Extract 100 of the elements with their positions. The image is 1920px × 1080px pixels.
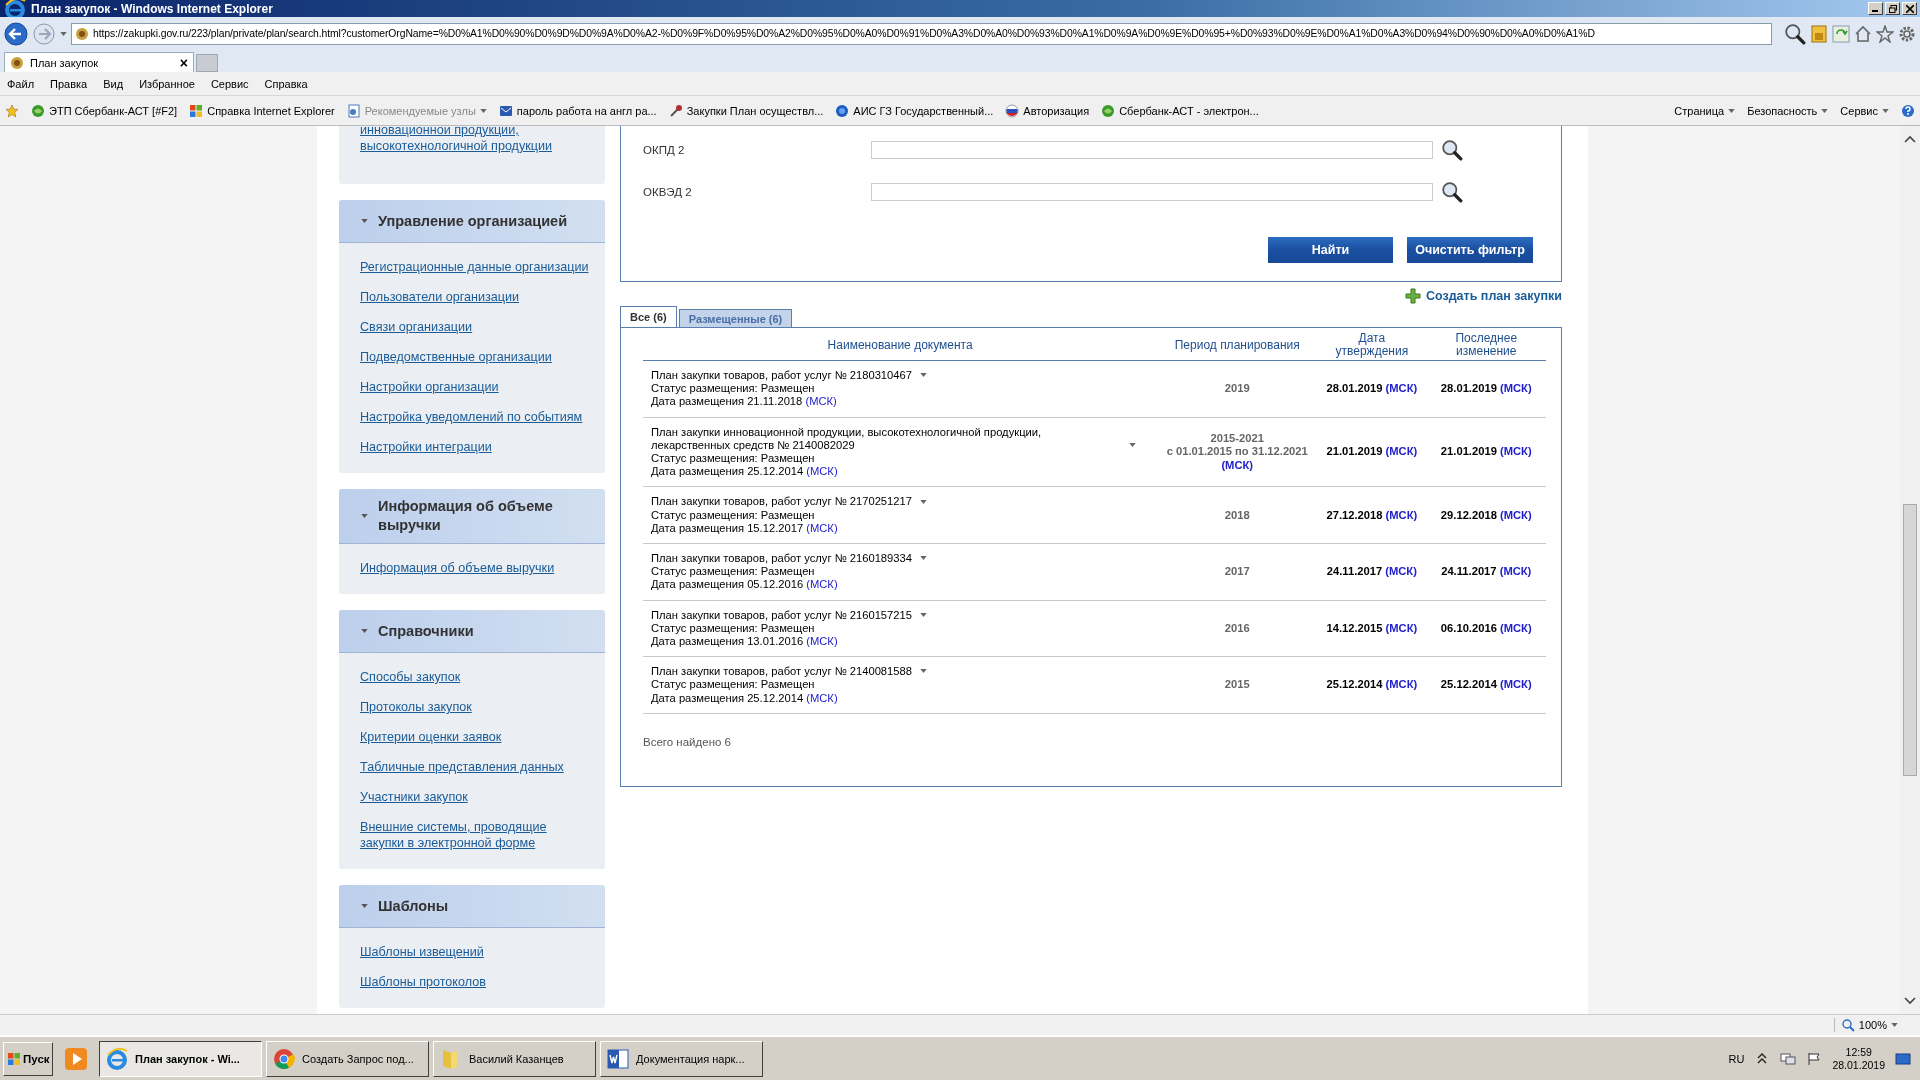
flag-icon[interactable]: [1806, 1051, 1823, 1066]
menu-item[interactable]: Сервис: [210, 77, 249, 90]
date-text: 25.12.2014: [1440, 678, 1497, 691]
dropdown-caret-icon[interactable]: [920, 373, 927, 378]
globe-icon: [1101, 103, 1116, 118]
dropdown-caret-icon[interactable]: [1129, 443, 1136, 447]
scroll-down-icon[interactable]: [1904, 996, 1916, 1006]
collapse-caret-icon: [361, 629, 368, 633]
section-header[interactable]: Шаблоны: [339, 885, 605, 928]
taskbar-button[interactable]: План закупок - Wi...: [99, 1040, 262, 1077]
favorites-link[interactable]: Справка Internet Explorer: [189, 103, 335, 118]
favorites-link[interactable]: Сбербанк-АСТ - электрон...: [1101, 103, 1259, 118]
scrollbar-thumb[interactable]: [1903, 504, 1917, 776]
search-icon[interactable]: [1441, 181, 1463, 203]
menu-item[interactable]: Файл: [7, 77, 35, 90]
menu-item[interactable]: Избранное: [139, 77, 195, 90]
period-text: с 01.01.2015 по 31.12.2021: [1165, 445, 1309, 459]
network-icon[interactable]: [1780, 1051, 1797, 1066]
address-field[interactable]: https://zakupki.gov.ru/223/plan/private/plan/search.html?customerOrgName=%D0%A1%D0%90%D0%9D%D0%9A%D0%A2-%D0%9F%D0%95%D0%A2%D0%95%D0%A0%D0%91%D0%A3%D0%A0%D0%93%D0%A1%D0%9A%D0%9E%D0%95+%D0%93%D0%9E%D0%A1%D0%A3%D0%94%D0%90%D0%A0%D0%A1%D: [71, 22, 1772, 45]
input-field[interactable]: [871, 141, 1433, 159]
favorites-star-icon[interactable]: [5, 103, 19, 118]
clear-filter-button[interactable]: Очистить фильтр: [1407, 237, 1533, 263]
create-plan-link[interactable]: Создать план закупки: [1425, 289, 1562, 303]
section-header[interactable]: Информация об объеме выручки: [339, 489, 605, 544]
sidebar-link[interactable]: Информация об объеме выручки: [360, 560, 593, 576]
column-header: Период планирования: [1157, 328, 1318, 361]
settings-icon[interactable]: [1898, 24, 1916, 43]
sidebar-link[interactable]: Участники закупок: [360, 789, 593, 805]
search-button[interactable]: Найти: [1268, 237, 1393, 263]
sidebar-link[interactable]: Связи организации: [360, 319, 593, 335]
command-menu[interactable]: Сервис: [1840, 104, 1889, 117]
history-caret-icon[interactable]: [60, 31, 67, 36]
sidebar-link[interactable]: Критерии оценки заявок: [360, 729, 593, 745]
minimize-button[interactable]: [1868, 2, 1883, 15]
sidebar-link[interactable]: Регистрационные данные организации: [360, 259, 593, 275]
command-menu[interactable]: Безопасность: [1747, 104, 1829, 117]
show-desktop-icon[interactable]: [1895, 1051, 1911, 1066]
period-text: 2016: [1223, 621, 1251, 636]
envelope-icon: [498, 103, 513, 118]
sidebar-link[interactable]: Способы закупок: [360, 669, 593, 685]
taskbar-button[interactable]: Создать Запрос под...: [266, 1040, 429, 1077]
input-field[interactable]: [871, 183, 1433, 201]
search-icon[interactable]: [1784, 22, 1806, 45]
close-icon: [1905, 4, 1914, 13]
date-text: 21.01.2019: [1326, 445, 1383, 458]
help-icon[interactable]: [1901, 103, 1915, 118]
star-icon[interactable]: [1876, 24, 1894, 43]
sidebar-link[interactable]: Шаблоны протоколов: [360, 974, 593, 990]
timezone-label: (МСК): [1499, 621, 1532, 634]
dropdown-caret-icon: [479, 108, 487, 113]
timezone-label: (МСК): [1385, 678, 1418, 691]
sidebar-link[interactable]: Табличные представления данных: [360, 759, 593, 775]
section-header[interactable]: Управление организацией: [339, 200, 605, 243]
refresh-icon[interactable]: [1832, 24, 1850, 43]
dropdown-caret-icon[interactable]: [920, 556, 927, 561]
favorites-link[interactable]: ЭТП Сбербанк-АСТ [#F2]: [31, 103, 178, 118]
favorites-link[interactable]: пароль работа на англ ра...: [498, 103, 657, 118]
menu-item[interactable]: Правка: [50, 77, 88, 90]
sidebar-link[interactable]: Пользователи организации: [360, 289, 593, 305]
browser-tab[interactable]: План закупок ×: [4, 52, 194, 72]
tab-close-button[interactable]: ×: [179, 54, 188, 71]
command-menu[interactable]: Страница: [1674, 104, 1736, 117]
sidebar-link[interactable]: Настройки интеграции: [360, 439, 593, 455]
plan-title: План закупки инновационной продукции, высокотехнологичной продукции, лекарственных средств № 2140082029: [651, 425, 1043, 452]
scrollbar[interactable]: [1900, 126, 1920, 1014]
sidebar-link[interactable]: Настройки организации: [360, 379, 593, 395]
windows-logo-icon: [189, 103, 204, 118]
sidebar-link[interactable]: Шаблоны извещений: [360, 944, 593, 960]
sidebar-link[interactable]: Протоколы закупок: [360, 699, 593, 715]
back-button[interactable]: [4, 21, 28, 46]
zoom-control[interactable]: 100%: [1833, 1018, 1898, 1032]
sidebar-link[interactable]: Внешние системы, проводящие закупки в электронной форме: [360, 819, 593, 851]
tab[interactable]: Все (6): [620, 306, 677, 327]
menu-item[interactable]: Справка: [264, 77, 308, 90]
plus-icon[interactable]: [1404, 288, 1421, 304]
dropdown-caret-icon[interactable]: [920, 612, 927, 617]
date-text: 24.11.2017: [1441, 565, 1497, 578]
language-indicator[interactable]: RU: [1728, 1052, 1745, 1065]
scroll-up-icon[interactable]: [1904, 134, 1916, 144]
plan-title: План закупки товаров, работ услуг № 2140081588: [651, 665, 912, 679]
search-icon[interactable]: [1441, 139, 1463, 161]
favorites-link[interactable]: АИС ГЗ Государственный...: [835, 103, 994, 118]
close-button[interactable]: [1902, 2, 1917, 15]
clock[interactable]: 12:59 28.01.2019: [1832, 1045, 1885, 1072]
favorites-link[interactable]: Авторизация: [1005, 103, 1090, 118]
restore-button[interactable]: [1885, 2, 1900, 15]
dropdown-caret-icon[interactable]: [920, 499, 927, 504]
timezone-label: (МСК): [1499, 508, 1532, 521]
start-button[interactable]: Пуск: [3, 1041, 53, 1076]
plan-title: План закупки товаров, работ услуг № 2180310467: [651, 369, 912, 383]
favorites-link[interactable]: Закупки План осуществл...: [668, 103, 824, 118]
period-text: 2017: [1223, 565, 1251, 579]
taskbar-button[interactable]: Документация нарк...: [600, 1040, 763, 1077]
home-icon[interactable]: [1854, 24, 1872, 43]
dropdown-caret-icon[interactable]: [920, 669, 927, 674]
sidebar-link[interactable]: Настройка уведомлений по событиям: [360, 409, 593, 425]
taskbar-button[interactable]: Василий Казанцев: [433, 1040, 596, 1077]
section-header[interactable]: Справочники: [339, 610, 605, 653]
menu-item[interactable]: Вид: [103, 77, 124, 90]
sidebar-link[interactable]: Подведомственные организации: [360, 349, 593, 365]
